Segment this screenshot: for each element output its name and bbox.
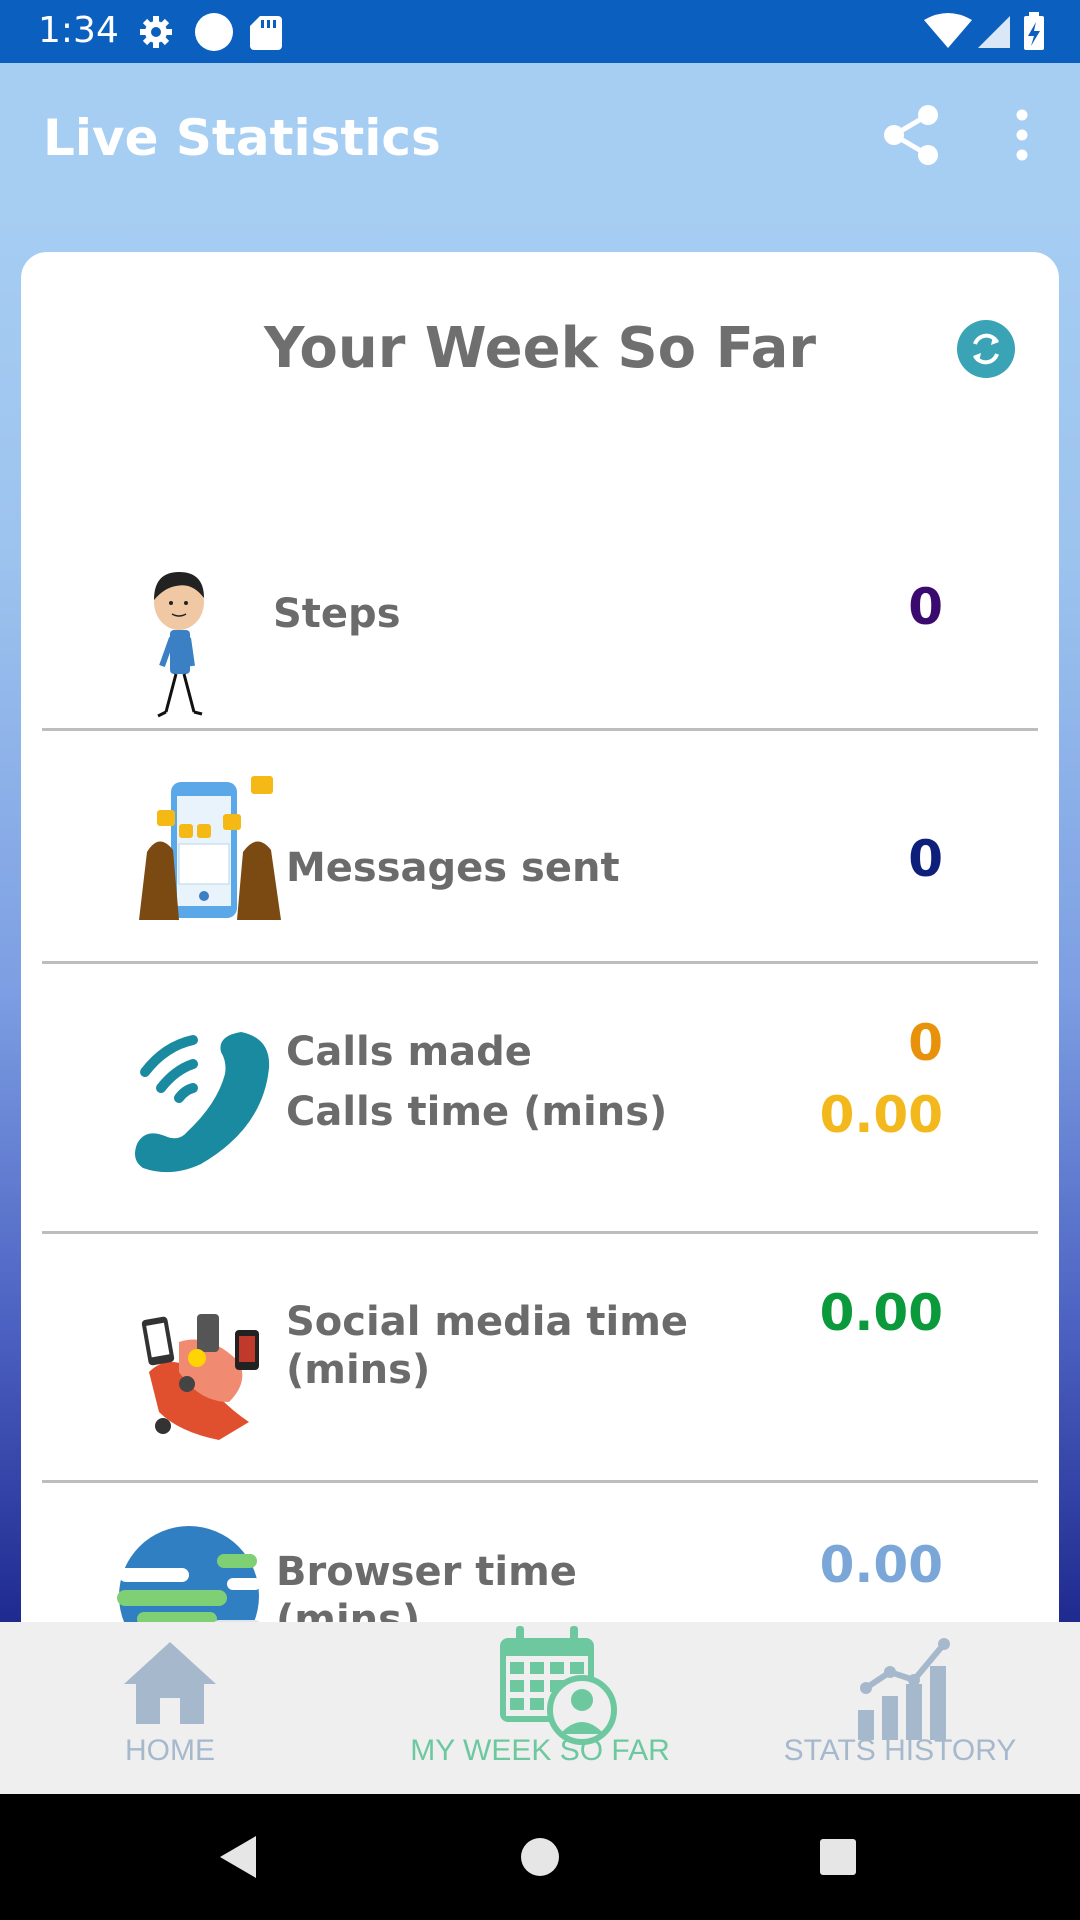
social-media-label-line2: (mins) xyxy=(286,1347,431,1393)
messages-value: 0 xyxy=(908,830,943,888)
more-options-button[interactable] xyxy=(1000,103,1044,167)
gear-icon xyxy=(140,16,172,48)
social-media-value: 0.00 xyxy=(819,1284,943,1342)
status-right-icons xyxy=(924,12,1054,57)
nav-my-week-label: MY WEEK SO FAR xyxy=(410,1734,670,1767)
phone-messages-icon xyxy=(139,772,281,920)
browser-value: 0.00 xyxy=(819,1536,943,1594)
week-stats-card: Your Week So Far Steps 0 Messages sent 0… xyxy=(21,252,1059,1652)
steps-label: Steps xyxy=(273,591,401,637)
calls-time-label: Calls time (mins) xyxy=(286,1089,668,1135)
row-divider xyxy=(42,1480,1038,1483)
back-icon[interactable] xyxy=(216,1832,260,1882)
social-media-hands-icon xyxy=(139,1312,279,1442)
refresh-icon xyxy=(973,333,999,365)
circle-icon xyxy=(195,13,233,51)
system-navigation-bar xyxy=(0,1794,1080,1920)
app-title: Live Statistics xyxy=(43,109,441,167)
nav-stats-history-label: STATS HISTORY xyxy=(783,1734,1017,1767)
wifi-icon xyxy=(924,13,972,48)
nav-stats-history[interactable]: STATS HISTORY xyxy=(770,1622,1030,1794)
row-divider xyxy=(42,728,1038,731)
walking-person-icon xyxy=(146,570,226,720)
signal-icon xyxy=(978,16,1010,48)
more-vert-icon xyxy=(1016,109,1028,161)
recents-icon[interactable] xyxy=(818,1837,858,1877)
app-bar: Live Statistics xyxy=(0,63,1080,210)
browser-label-line1: Browser time xyxy=(276,1549,577,1595)
home-icon xyxy=(124,1642,216,1724)
status-time: 1:34 xyxy=(38,10,119,51)
nav-home[interactable]: HOME xyxy=(40,1622,300,1794)
status-left-icons xyxy=(138,12,338,57)
steps-value: 0 xyxy=(908,578,943,636)
refresh-button[interactable] xyxy=(957,320,1015,378)
row-divider xyxy=(42,961,1038,964)
battery-icon xyxy=(1024,12,1044,50)
calls-made-label: Calls made xyxy=(286,1029,532,1075)
row-divider xyxy=(42,1231,1038,1234)
bar-chart-icon xyxy=(858,1638,950,1740)
messages-label: Messages sent xyxy=(286,845,620,891)
card-title: Your Week So Far xyxy=(263,316,816,381)
nav-home-label: HOME xyxy=(125,1734,215,1767)
calendar-person-icon xyxy=(500,1626,617,1745)
bottom-navigation: HOME MY WEEK SO FAR STATS HISTORY xyxy=(0,1622,1080,1794)
status-bar: 1:34 xyxy=(0,0,1080,63)
social-media-label-line1: Social media time xyxy=(286,1299,689,1345)
calls-time-value: 0.00 xyxy=(819,1086,943,1144)
share-button[interactable] xyxy=(880,103,944,167)
share-icon xyxy=(884,105,938,165)
nav-my-week[interactable]: MY WEEK SO FAR xyxy=(400,1622,680,1794)
calls-made-value: 0 xyxy=(908,1014,943,1072)
phone-call-icon xyxy=(131,1028,277,1174)
sd-card-icon xyxy=(250,16,282,50)
home-circle-icon[interactable] xyxy=(519,1836,561,1878)
